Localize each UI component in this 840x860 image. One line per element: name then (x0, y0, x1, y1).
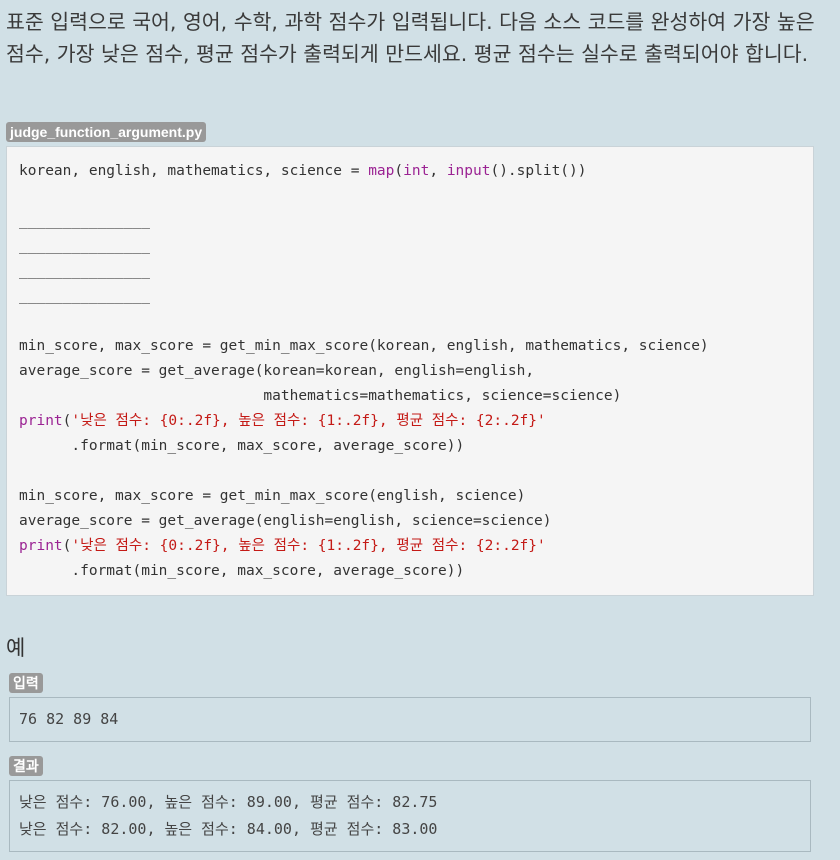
code-line-print: print('낮은 점수: {0:.2f}, 높은 점수: {1:.2f}, 평… (19, 413, 546, 429)
filename-label: judge_function_argument.py (6, 122, 207, 142)
example-heading: 예 (6, 636, 26, 660)
code-line: .format(min_score, max_score, average_sc… (19, 563, 465, 579)
result-line: 낮은 점수: 76.00, 높은 점수: 89.00, 평균 점수: 82.75 (19, 793, 438, 811)
input-label: 입력 (9, 673, 43, 693)
code-line: average_score = get_average(english=engl… (19, 513, 552, 529)
code-blank-line: _______________ (19, 213, 150, 229)
code-line: average_score = get_average(korean=korea… (19, 363, 535, 379)
code-line-print: print('낮은 점수: {0:.2f}, 높은 점수: {1:.2f}, 평… (19, 538, 546, 554)
result-box: 낮은 점수: 76.00, 높은 점수: 89.00, 평균 점수: 82.75… (9, 780, 811, 852)
code-builtin-input: input (446, 163, 491, 179)
code-line-input: korean, english, mathematics, science = … (19, 163, 587, 179)
code-blank-line: _______________ (19, 288, 150, 304)
problem-description: 표준 입력으로 국어, 영어, 수학, 과학 점수가 입력됩니다. 다음 소스 … (6, 10, 815, 66)
result-line: 낮은 점수: 82.00, 높은 점수: 84.00, 평균 점수: 83.00 (19, 820, 438, 838)
code-blank-line: _______________ (19, 238, 150, 254)
code-line: min_score, max_score = get_min_max_score… (19, 488, 526, 504)
code-string: '낮은 점수: {0:.2f}, 높은 점수: {1:.2f}, 평균 점수: … (71, 413, 546, 429)
code-blank-line: _______________ (19, 263, 150, 279)
code-line: .format(min_score, max_score, average_sc… (19, 438, 465, 454)
code-builtin-int: int (403, 163, 430, 179)
input-value: 76 82 89 84 (19, 710, 119, 728)
result-label: 결과 (9, 756, 43, 776)
code-line: mathematics=mathematics, science=science… (19, 388, 622, 404)
code-string: '낮은 점수: {0:.2f}, 높은 점수: {1:.2f}, 평균 점수: … (71, 538, 546, 554)
code-builtin-print: print (19, 413, 63, 429)
code-builtin-map: map (368, 163, 395, 179)
code-line: min_score, max_score = get_min_max_score… (19, 338, 709, 354)
input-box: 76 82 89 84 (9, 697, 811, 742)
code-builtin-print: print (19, 538, 63, 554)
code-block: korean, english, mathematics, science = … (6, 146, 814, 596)
